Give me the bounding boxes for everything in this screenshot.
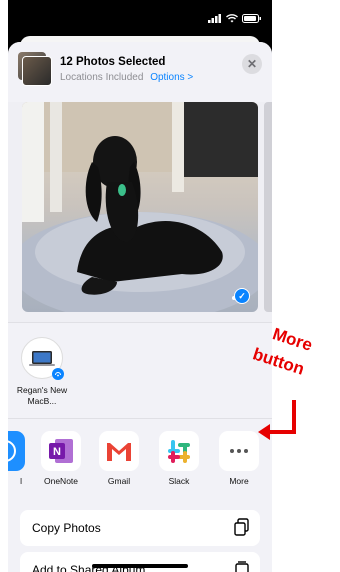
shared-album-icon [235, 561, 249, 572]
app-label: More [229, 476, 249, 486]
airdrop-row: Regan's New MacB... [8, 322, 272, 413]
wifi-icon [226, 14, 238, 23]
selected-checkmark-icon: ✓ [234, 288, 250, 304]
app-gmail[interactable]: Gmail [92, 431, 146, 486]
add-to-shared-album-action[interactable]: Add to Shared Album [20, 552, 260, 572]
share-title: 12 Photos Selected [60, 56, 166, 68]
app-label: Slack [168, 476, 190, 486]
airdrop-badge-icon [52, 368, 64, 380]
battery-icon [242, 14, 261, 23]
app-onenote[interactable]: N OneNote [34, 431, 88, 486]
partial-app-icon [8, 431, 25, 471]
copy-photos-action[interactable]: Copy Photos [20, 510, 260, 546]
status-bar [8, 0, 272, 36]
dog-photo [22, 102, 258, 312]
selection-thumbnail-front [22, 56, 52, 86]
photo-preview[interactable]: ✓ [22, 102, 258, 312]
photo-preview-carousel[interactable]: ✓ [8, 102, 272, 322]
more-icon [219, 431, 259, 471]
status-icons [208, 14, 262, 23]
close-button[interactable]: ✕ [242, 54, 262, 74]
signal-icon [208, 14, 221, 23]
copy-icon [234, 518, 249, 536]
home-indicator [92, 564, 188, 568]
device-label: Regan's New MacB... [16, 385, 68, 406]
svg-text:N: N [53, 446, 61, 458]
apps-row: l N OneNote Gmail Slack More [8, 418, 272, 499]
airdrop-device[interactable]: Regan's New MacB... [14, 337, 70, 407]
phone-screen: 12 Photos Selected Locations Included Op… [8, 0, 272, 572]
share-sheet: 12 Photos Selected Locations Included Op… [8, 42, 272, 572]
app-partial[interactable]: l [8, 431, 32, 486]
app-label: l [20, 476, 22, 486]
device-avatar [21, 337, 64, 380]
app-label: OneNote [43, 476, 79, 486]
gmail-icon [99, 431, 139, 471]
subtitle-text: Locations Included [60, 72, 144, 83]
app-slack[interactable]: Slack [152, 431, 206, 486]
slack-icon [159, 431, 199, 471]
share-subtitle: Locations Included Options > [60, 72, 193, 83]
annotation-arrow-icon [258, 400, 296, 440]
onenote-icon: N [41, 431, 81, 471]
app-label: Gmail [107, 476, 131, 486]
options-link[interactable]: Options > [150, 72, 193, 83]
share-header: 12 Photos Selected Locations Included Op… [8, 42, 272, 103]
next-photo-peek[interactable] [264, 102, 272, 312]
action-label: Copy Photos [32, 521, 101, 535]
